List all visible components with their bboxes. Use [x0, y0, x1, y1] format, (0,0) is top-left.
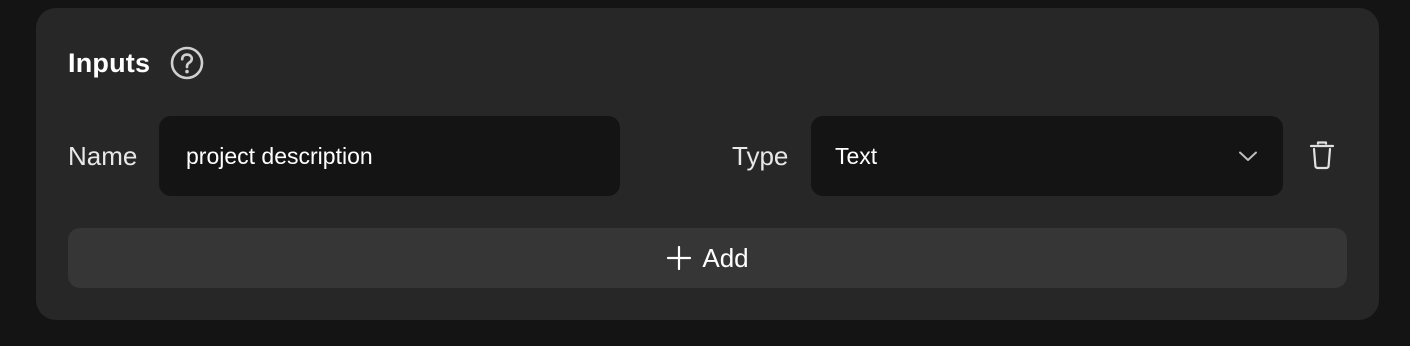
- trash-icon: [1309, 140, 1335, 175]
- delete-row-button[interactable]: [1304, 140, 1340, 174]
- plus-icon: [666, 245, 692, 271]
- type-select-value: Text: [835, 142, 878, 169]
- name-label: Name: [68, 141, 138, 171]
- add-input-button[interactable]: Add: [68, 228, 1347, 288]
- name-input[interactable]: [159, 116, 620, 196]
- type-select[interactable]: Text: [811, 116, 1283, 196]
- section-header: Inputs: [68, 46, 204, 80]
- chevron-down-icon: [1237, 145, 1259, 167]
- type-label: Type: [732, 141, 789, 171]
- inputs-panel: Inputs Name Type Text: [36, 8, 1379, 320]
- add-button-label: Add: [702, 242, 749, 273]
- section-title: Inputs: [68, 47, 151, 78]
- help-icon[interactable]: [170, 46, 204, 80]
- input-row: Name Type Text: [68, 116, 1347, 196]
